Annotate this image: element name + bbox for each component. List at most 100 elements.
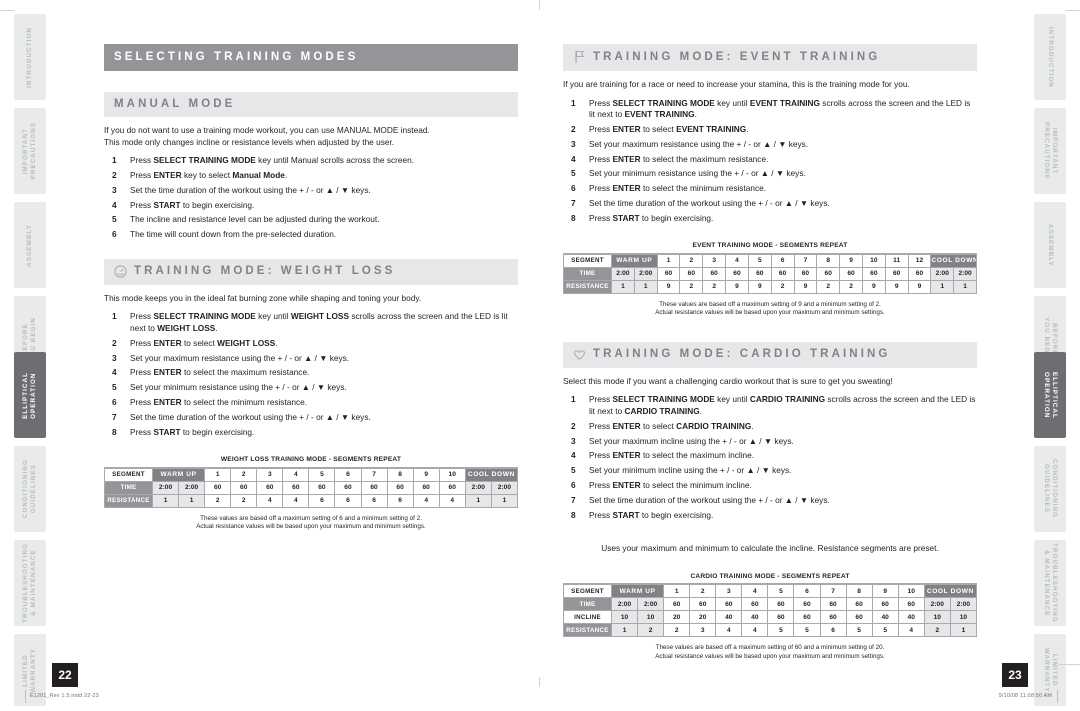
- segment-header-cell: 8: [845, 584, 873, 599]
- table-cell: 2: [770, 279, 795, 294]
- step-text: Press ENTER to select the minimum resist…: [589, 183, 767, 194]
- table-title: WEIGHT LOSS TRAINING MODE - SEGMENTS REP…: [104, 452, 518, 468]
- step-number: 8: [571, 212, 576, 223]
- event-training-table-wrapper: EVENT TRAINING MODE - SEGMENTS REPEAT SEG…: [563, 238, 977, 317]
- step-text: Press ENTER to select EVENT TRAINING.: [589, 123, 749, 134]
- section-heading-weight-loss: TRAINING MODE: WEIGHT LOSS: [104, 258, 518, 285]
- section-heading-event-training: TRAINING MODE: EVENT TRAINING: [563, 44, 977, 71]
- sidebar-tab-important-precautions[interactable]: IMPORTANT PRECAUTIONS: [1034, 108, 1066, 194]
- table-cell: 60: [360, 480, 388, 495]
- step-item: 2 Press ENTER key to select Manual Mode.: [104, 170, 518, 182]
- table-cell: 1: [464, 493, 492, 508]
- sidebar-tab-label: TROUBLESHOOTING & MAINTENANCE: [1043, 543, 1058, 623]
- step-text: Press SELECT TRAINING MODE key until CAR…: [589, 394, 976, 417]
- sidebar-tab-conditioning-guidelines[interactable]: CONDITIONING GUIDELINES: [14, 446, 46, 532]
- step-number: 8: [112, 426, 117, 437]
- segment-header-cell: 2: [679, 253, 704, 268]
- trim-mark-bottom-center: [539, 677, 540, 687]
- table-row: RESISTANCE 1 1 2 2 4 4 6 6 6 6 4 4 1 1: [104, 493, 519, 508]
- sidebar-tab-assembly[interactable]: ASSEMBLY: [1034, 202, 1066, 288]
- step-number: 3: [571, 138, 576, 149]
- sidebar-tab-label: ELLIPTICAL OPERATION: [22, 371, 37, 419]
- table-cell: 60: [793, 610, 821, 625]
- sidebar-tab-label: ASSEMBLY: [1047, 223, 1054, 267]
- step-number: 2: [571, 420, 576, 431]
- table-title: EVENT TRAINING MODE - SEGMENTS REPEAT: [563, 238, 977, 254]
- step-item: 6 The time will count down from the pre-s…: [104, 229, 518, 241]
- footer-rule-right: [1057, 690, 1058, 703]
- table-cell: 60: [747, 266, 772, 281]
- table-cell: 5: [793, 623, 821, 638]
- step-item: 7 Set the time duration of the workout us…: [563, 495, 977, 507]
- table-cell: 10: [923, 610, 951, 625]
- cardio-training-mid-note: Uses your maximum and minimum to calcula…: [601, 543, 939, 554]
- step-item: 2 Press ENTER to select WEIGHT LOSS.: [104, 338, 518, 350]
- table-cell: 60: [715, 597, 743, 612]
- manual-mode-heading-label: MANUAL MODE: [114, 98, 236, 110]
- step-number: 5: [112, 214, 117, 225]
- table-cell: 6: [360, 493, 388, 508]
- table-cell: 9: [861, 279, 886, 294]
- step-text: Press ENTER to select WEIGHT LOSS.: [130, 337, 278, 348]
- segment-header-cell: 7: [819, 584, 847, 599]
- table-cell: 60: [282, 480, 310, 495]
- step-item: 4 Press ENTER to select the maximum resis…: [104, 367, 518, 379]
- table-cell: 60: [816, 266, 841, 281]
- step-text: Set your maximum incline using the + / -…: [589, 435, 794, 446]
- table-cell: 2:00: [633, 266, 658, 281]
- table-cell: 60: [770, 266, 795, 281]
- step-item: 3 Set your maximum incline using the + / …: [563, 436, 977, 448]
- step-item: 6 Press ENTER to select the minimum resis…: [563, 183, 977, 195]
- cd-note-line-1: These values are based off a maximum set…: [655, 644, 885, 652]
- table-cell: 6: [308, 493, 336, 508]
- cardio-training-segments-table: CARDIO TRAINING MODE - SEGMENTS REPEAT SE…: [563, 568, 978, 638]
- segment-header-cell: 10: [438, 467, 466, 482]
- sidebar-tab-label: ELLIPTICAL OPERATION: [1043, 371, 1058, 419]
- step-text: Press START to begin exercising.: [589, 212, 714, 223]
- segment-header-cell: COOL DOWN: [464, 467, 519, 482]
- event-training-intro: If you are training for a race or need t…: [563, 79, 910, 89]
- table-cell: 60: [256, 480, 284, 495]
- step-number: 3: [112, 352, 117, 363]
- segment-header-cell: 10: [861, 253, 886, 268]
- table-cell: 2: [204, 493, 232, 508]
- cardio-training-steps: 1 Press SELECT TRAINING MODE key until CA…: [563, 394, 977, 521]
- ev-note-line-1: These values are based off a maximum set…: [659, 300, 881, 308]
- sidebar-tab-introduction[interactable]: INTRODUCTION: [14, 14, 46, 100]
- sidebar-tab-assembly[interactable]: ASSEMBLY: [14, 202, 46, 288]
- segment-header-cell: WARM UP: [610, 584, 665, 599]
- step-text: Set your minimum incline using the + / -…: [589, 465, 792, 476]
- sidebar-tab-label: TROUBLESHOOTING & MAINTENANCE: [22, 543, 37, 623]
- table-cell: 60: [907, 266, 932, 281]
- segment-header-cell: 3: [256, 467, 284, 482]
- right-page: TRAINING MODE: EVENT TRAINING If you are…: [563, 0, 978, 711]
- step-number: 7: [571, 197, 576, 208]
- step-item: 8 Press START to begin exercising.: [563, 213, 977, 225]
- table-cell: 1: [151, 493, 180, 508]
- sidebar-tab-troubleshooting-maintenance[interactable]: TROUBLESHOOTING & MAINTENANCE: [1034, 540, 1066, 626]
- table-row-header: TIME: [104, 480, 153, 495]
- page-number-right: 23: [1002, 663, 1028, 687]
- sidebar-tab-important-precautions[interactable]: IMPORTANT PRECAUTIONS: [14, 108, 46, 194]
- weight-loss-table-wrapper: WEIGHT LOSS TRAINING MODE - SEGMENTS REP…: [104, 452, 519, 531]
- table-cell: 2:00: [464, 480, 492, 495]
- table-cell: 10: [610, 610, 639, 625]
- table-cell: 9: [884, 279, 909, 294]
- sidebar-tab-troubleshooting-maintenance[interactable]: TROUBLESHOOTING & MAINTENANCE: [14, 540, 46, 626]
- step-number: 7: [571, 494, 576, 505]
- sidebar-tab-conditioning-guidelines[interactable]: CONDITIONING GUIDELINES: [1034, 446, 1066, 532]
- step-number: 5: [571, 168, 576, 179]
- event-training-heading-label: TRAINING MODE: EVENT TRAINING: [593, 51, 881, 63]
- table-row-header: RESISTANCE: [563, 623, 612, 638]
- table-cell: 1: [949, 623, 978, 638]
- table-cell: 2:00: [490, 480, 519, 495]
- segment-header-cell: 9: [839, 253, 863, 268]
- table-cell: 2: [839, 279, 863, 294]
- sidebar-tab-elliptical-operation[interactable]: ELLIPTICAL OPERATION: [1034, 352, 1066, 438]
- step-item: 1 Press SELECT TRAINING MODE key until EV…: [563, 98, 977, 121]
- table-cell: 4: [412, 493, 440, 508]
- table-cell: 1: [953, 279, 977, 294]
- sidebar-tab-elliptical-operation[interactable]: ELLIPTICAL OPERATION: [14, 352, 46, 438]
- sidebar-tab-introduction[interactable]: INTRODUCTION: [1034, 14, 1066, 100]
- table-row-header: SEGMENT: [563, 253, 612, 268]
